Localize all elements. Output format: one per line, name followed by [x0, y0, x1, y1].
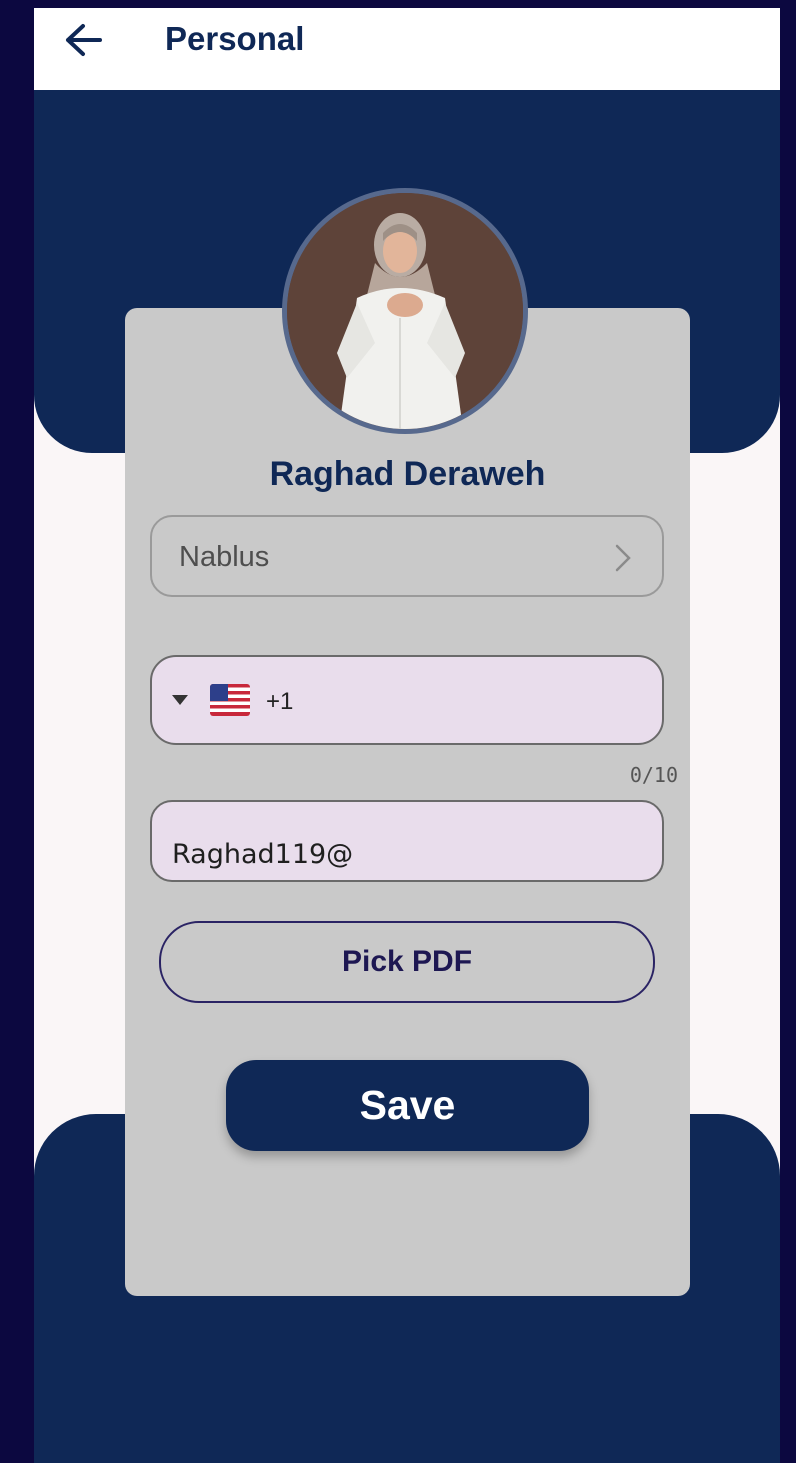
- avatar-image: [287, 193, 523, 429]
- dial-code: +1: [266, 688, 294, 715]
- arrow-left-icon[interactable]: [64, 22, 104, 58]
- phone-field[interactable]: +1: [150, 655, 664, 745]
- us-flag-icon: [210, 684, 250, 716]
- email-input[interactable]: [172, 832, 642, 876]
- caret-down-icon: [172, 695, 188, 705]
- user-name: Raghad Deraweh: [269, 455, 546, 493]
- pick-pdf-button[interactable]: Pick PDF: [159, 921, 655, 1003]
- phone-char-counter: 0/10: [629, 763, 678, 787]
- app-bar: Personal: [34, 8, 780, 90]
- avatar[interactable]: [282, 188, 528, 434]
- save-button[interactable]: Save: [226, 1060, 589, 1151]
- chevron-right-icon: [615, 544, 631, 572]
- phone-screen: Personal Raghad Deraweh Nablus +1 0/10 R…: [34, 8, 780, 1463]
- city-selector[interactable]: Nablus: [150, 515, 664, 597]
- page-title: Personal: [165, 20, 305, 57]
- city-value: Nablus: [179, 541, 270, 573]
- country-code-picker[interactable]: +1: [172, 682, 294, 720]
- email-field[interactable]: [150, 800, 664, 882]
